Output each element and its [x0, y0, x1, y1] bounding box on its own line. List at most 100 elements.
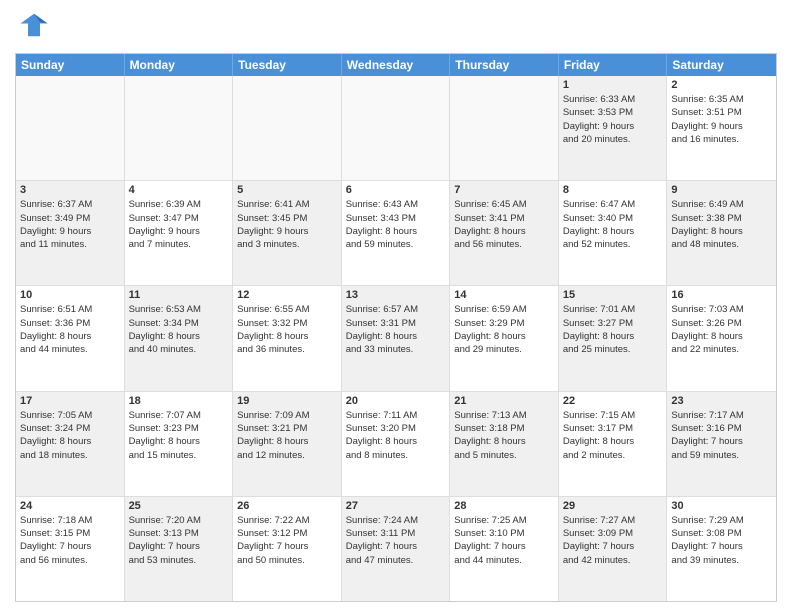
day-cell-30: 30 Sunrise: 7:29 AM Sunset: 3:08 PM Dayli… [667, 497, 776, 601]
day-cell-29: 29Sunrise: 7:27 AM Sunset: 3:09 PM Dayli… [559, 497, 668, 601]
day-cell-10: 10Sunrise: 6:51 AM Sunset: 3:36 PM Dayli… [16, 286, 125, 390]
day-info: Sunrise: 6:55 AM Sunset: 3:32 PM Dayligh… [237, 303, 337, 356]
weekday-header-tuesday: Tuesday [233, 54, 342, 76]
day-info: Sunrise: 7:20 AM Sunset: 3:13 PM Dayligh… [129, 514, 229, 567]
day-cell-23: 23 Sunrise: 7:17 AM Sunset: 3:16 PM Dayli… [667, 392, 776, 496]
weekday-header-thursday: Thursday [450, 54, 559, 76]
day-info: Sunrise: 6:39 AM Sunset: 3:47 PM Dayligh… [129, 198, 229, 251]
day-number: 8 [563, 184, 663, 196]
calendar-row-3: 17Sunrise: 7:05 AM Sunset: 3:24 PM Dayli… [16, 391, 776, 496]
calendar-header: SundayMondayTuesdayWednesdayThursdayFrid… [16, 54, 776, 76]
empty-cell [450, 76, 559, 180]
day-info: Sunrise: 7:22 AM Sunset: 3:12 PM Dayligh… [237, 514, 337, 567]
day-cell-14: 14Sunrise: 6:59 AM Sunset: 3:29 PM Dayli… [450, 286, 559, 390]
day-info: Sunrise: 6:43 AM Sunset: 3:43 PM Dayligh… [346, 198, 446, 251]
calendar-row-4: 24 Sunrise: 7:18 AM Sunset: 3:15 PM Dayli… [16, 496, 776, 601]
weekday-header-saturday: Saturday [667, 54, 776, 76]
day-number: 11 [129, 289, 229, 301]
day-number: 30 [671, 500, 772, 512]
day-number: 17 [20, 395, 120, 407]
calendar-body: 1 Sunrise: 6:33 AM Sunset: 3:53 PM Daylig… [16, 76, 776, 601]
day-info: Sunrise: 7:25 AM Sunset: 3:10 PM Dayligh… [454, 514, 554, 567]
day-number: 1 [563, 79, 663, 91]
day-number: 28 [454, 500, 554, 512]
day-info: Sunrise: 7:24 AM Sunset: 3:11 PM Dayligh… [346, 514, 446, 567]
day-number: 26 [237, 500, 337, 512]
calendar: SundayMondayTuesdayWednesdayThursdayFrid… [15, 53, 777, 602]
day-number: 19 [237, 395, 337, 407]
day-info: Sunrise: 6:45 AM Sunset: 3:41 PM Dayligh… [454, 198, 554, 251]
day-cell-17: 17Sunrise: 7:05 AM Sunset: 3:24 PM Dayli… [16, 392, 125, 496]
logo [15, 10, 49, 45]
day-info: Sunrise: 7:07 AM Sunset: 3:23 PM Dayligh… [129, 409, 229, 462]
day-info: Sunrise: 6:57 AM Sunset: 3:31 PM Dayligh… [346, 303, 446, 356]
day-info: Sunrise: 7:09 AM Sunset: 3:21 PM Dayligh… [237, 409, 337, 462]
day-number: 21 [454, 395, 554, 407]
day-info: Sunrise: 6:37 AM Sunset: 3:49 PM Dayligh… [20, 198, 120, 251]
day-number: 24 [20, 500, 120, 512]
day-cell-8: 8 Sunrise: 6:47 AM Sunset: 3:40 PM Daylig… [559, 181, 668, 285]
empty-cell [16, 76, 125, 180]
day-cell-1: 1 Sunrise: 6:33 AM Sunset: 3:53 PM Daylig… [559, 76, 668, 180]
day-cell-6: 6 Sunrise: 6:43 AM Sunset: 3:43 PM Daylig… [342, 181, 451, 285]
day-number: 3 [20, 184, 120, 196]
day-info: Sunrise: 7:11 AM Sunset: 3:20 PM Dayligh… [346, 409, 446, 462]
day-cell-24: 24 Sunrise: 7:18 AM Sunset: 3:15 PM Dayli… [16, 497, 125, 601]
day-number: 16 [671, 289, 772, 301]
empty-cell [342, 76, 451, 180]
day-info: Sunrise: 6:33 AM Sunset: 3:53 PM Dayligh… [563, 93, 663, 146]
empty-cell [233, 76, 342, 180]
weekday-header-friday: Friday [559, 54, 668, 76]
day-number: 7 [454, 184, 554, 196]
day-number: 13 [346, 289, 446, 301]
weekday-header-sunday: Sunday [16, 54, 125, 76]
day-info: Sunrise: 7:13 AM Sunset: 3:18 PM Dayligh… [454, 409, 554, 462]
day-cell-15: 15 Sunrise: 7:01 AM Sunset: 3:27 PM Dayli… [559, 286, 668, 390]
day-info: Sunrise: 6:53 AM Sunset: 3:34 PM Dayligh… [129, 303, 229, 356]
day-cell-9: 9 Sunrise: 6:49 AM Sunset: 3:38 PM Daylig… [667, 181, 776, 285]
day-info: Sunrise: 6:49 AM Sunset: 3:38 PM Dayligh… [671, 198, 772, 251]
header [15, 10, 777, 45]
day-cell-21: 21 Sunrise: 7:13 AM Sunset: 3:18 PM Dayli… [450, 392, 559, 496]
day-cell-25: 25 Sunrise: 7:20 AM Sunset: 3:13 PM Dayli… [125, 497, 234, 601]
day-cell-22: 22Sunrise: 7:15 AM Sunset: 3:17 PM Dayli… [559, 392, 668, 496]
day-info: Sunrise: 7:01 AM Sunset: 3:27 PM Dayligh… [563, 303, 663, 356]
day-number: 29 [563, 500, 663, 512]
day-number: 12 [237, 289, 337, 301]
day-number: 9 [671, 184, 772, 196]
day-number: 5 [237, 184, 337, 196]
day-cell-16: 16Sunrise: 7:03 AM Sunset: 3:26 PM Dayli… [667, 286, 776, 390]
day-number: 14 [454, 289, 554, 301]
day-cell-11: 11 Sunrise: 6:53 AM Sunset: 3:34 PM Dayli… [125, 286, 234, 390]
day-number: 6 [346, 184, 446, 196]
day-number: 10 [20, 289, 120, 301]
day-cell-27: 27 Sunrise: 7:24 AM Sunset: 3:11 PM Dayli… [342, 497, 451, 601]
day-info: Sunrise: 7:17 AM Sunset: 3:16 PM Dayligh… [671, 409, 772, 462]
day-info: Sunrise: 7:15 AM Sunset: 3:17 PM Dayligh… [563, 409, 663, 462]
weekday-header-wednesday: Wednesday [342, 54, 451, 76]
day-number: 20 [346, 395, 446, 407]
day-cell-19: 19 Sunrise: 7:09 AM Sunset: 3:21 PM Dayli… [233, 392, 342, 496]
day-number: 4 [129, 184, 229, 196]
day-cell-28: 28 Sunrise: 7:25 AM Sunset: 3:10 PM Dayli… [450, 497, 559, 601]
page: SundayMondayTuesdayWednesdayThursdayFrid… [0, 0, 792, 612]
day-info: Sunrise: 6:47 AM Sunset: 3:40 PM Dayligh… [563, 198, 663, 251]
calendar-row-2: 10Sunrise: 6:51 AM Sunset: 3:36 PM Dayli… [16, 285, 776, 390]
calendar-row-0: 1 Sunrise: 6:33 AM Sunset: 3:53 PM Daylig… [16, 76, 776, 180]
day-cell-12: 12 Sunrise: 6:55 AM Sunset: 3:32 PM Dayli… [233, 286, 342, 390]
day-number: 27 [346, 500, 446, 512]
day-cell-2: 2Sunrise: 6:35 AM Sunset: 3:51 PM Daylig… [667, 76, 776, 180]
day-cell-18: 18 Sunrise: 7:07 AM Sunset: 3:23 PM Dayli… [125, 392, 234, 496]
day-info: Sunrise: 7:29 AM Sunset: 3:08 PM Dayligh… [671, 514, 772, 567]
day-info: Sunrise: 7:18 AM Sunset: 3:15 PM Dayligh… [20, 514, 120, 567]
day-number: 2 [671, 79, 772, 91]
day-number: 25 [129, 500, 229, 512]
day-number: 23 [671, 395, 772, 407]
day-number: 15 [563, 289, 663, 301]
weekday-header-monday: Monday [125, 54, 234, 76]
day-cell-4: 4 Sunrise: 6:39 AM Sunset: 3:47 PM Daylig… [125, 181, 234, 285]
day-number: 18 [129, 395, 229, 407]
day-cell-26: 26 Sunrise: 7:22 AM Sunset: 3:12 PM Dayli… [233, 497, 342, 601]
day-cell-7: 7 Sunrise: 6:45 AM Sunset: 3:41 PM Daylig… [450, 181, 559, 285]
day-cell-3: 3 Sunrise: 6:37 AM Sunset: 3:49 PM Daylig… [16, 181, 125, 285]
